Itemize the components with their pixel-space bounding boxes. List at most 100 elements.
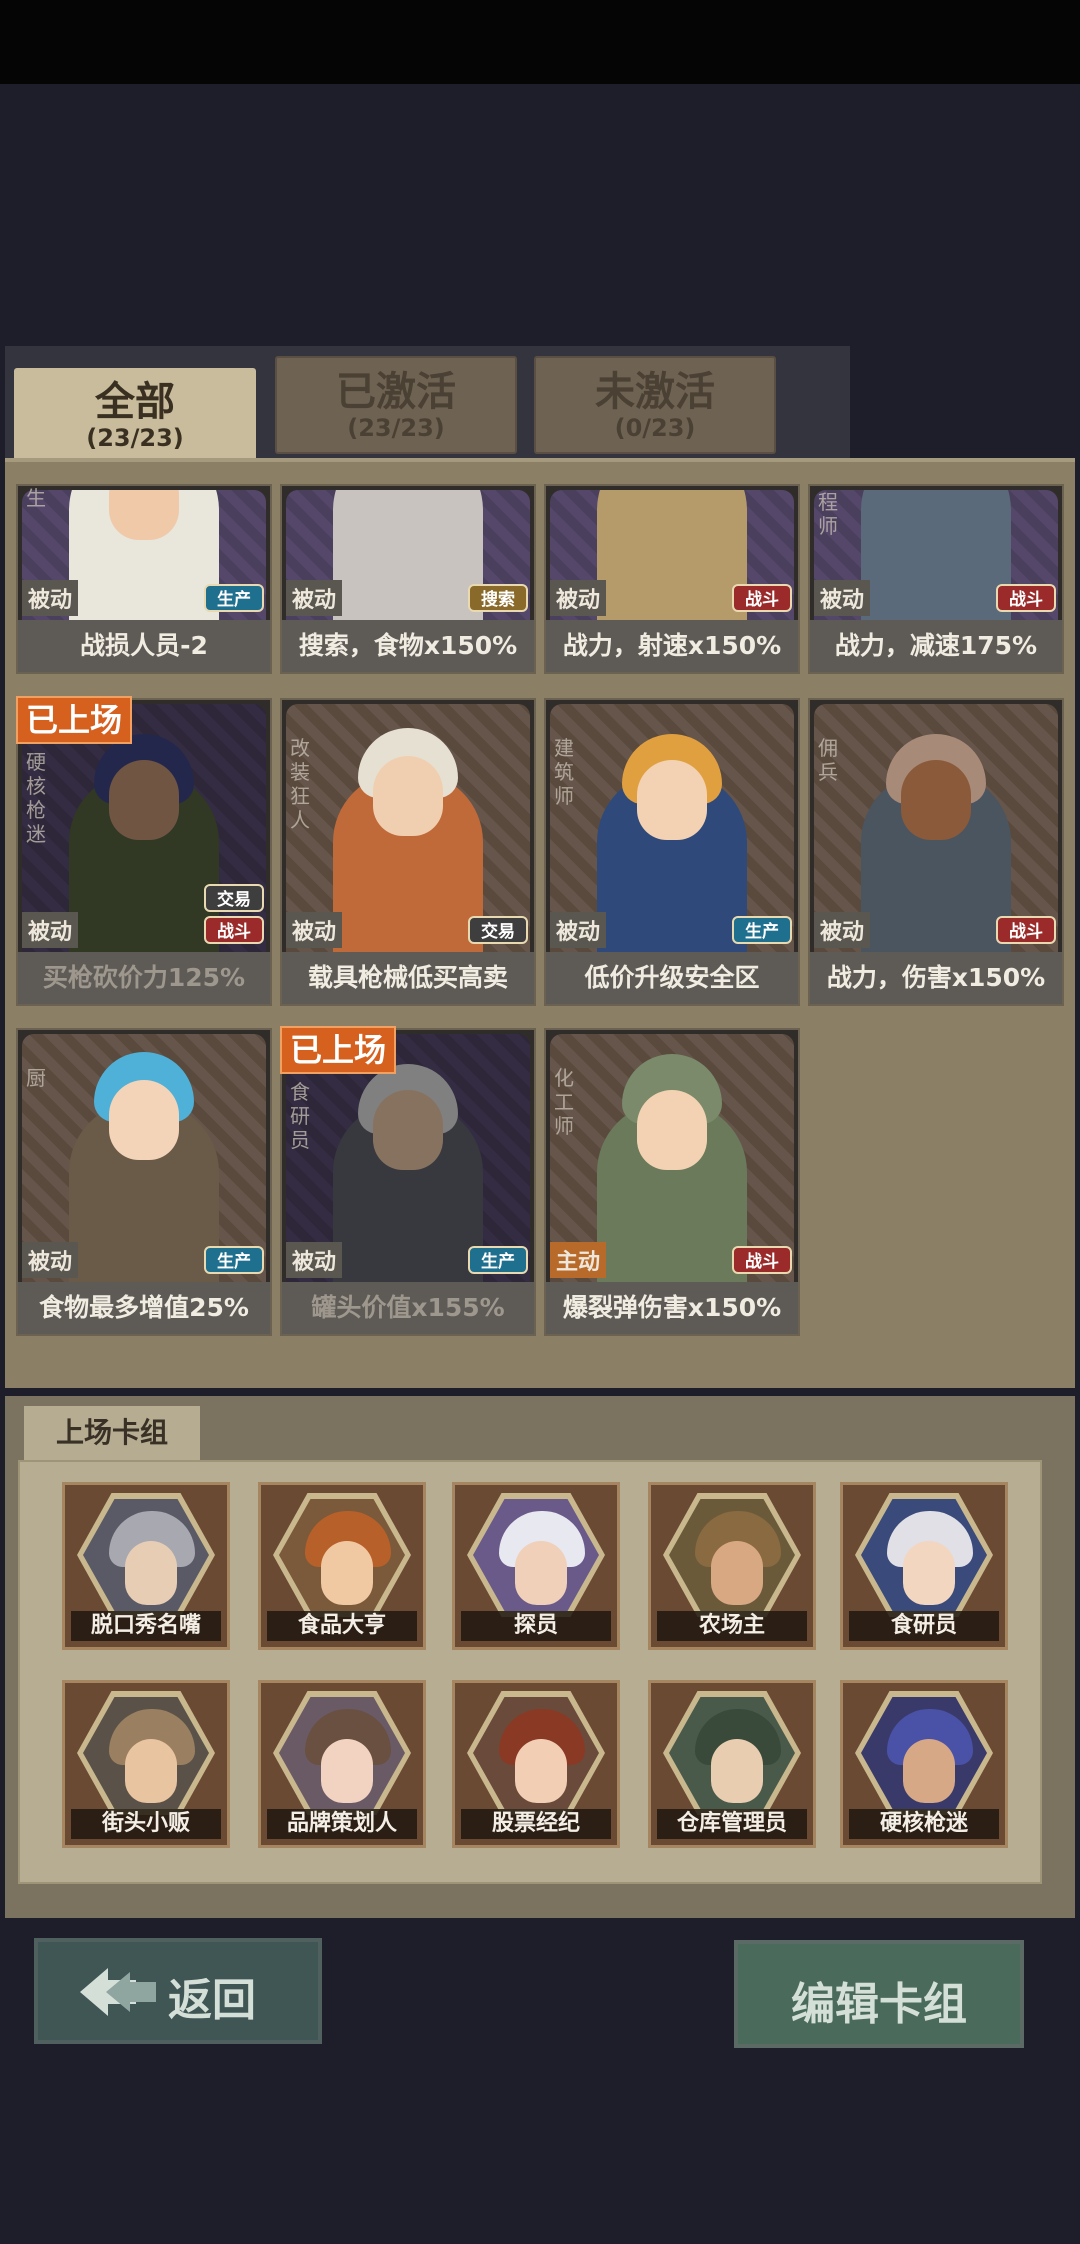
- portrait-frame: [77, 1691, 215, 1815]
- card-type: 被动: [22, 1242, 79, 1278]
- portrait-frame: [855, 1493, 993, 1617]
- card-2[interactable]: 被动 搜索 搜索，食物x150%: [280, 484, 536, 674]
- card-7[interactable]: 建筑师 被动 生产 低价升级安全区: [544, 698, 800, 1006]
- character-face: [637, 1090, 707, 1170]
- tab-all[interactable]: 全部 (23/23): [14, 368, 256, 468]
- card-effect: 买枪砍价力125%: [18, 952, 270, 1004]
- deck-member-name: 品牌策划人: [267, 1809, 417, 1839]
- character-figure: [597, 490, 747, 620]
- back-arrow-icon: [80, 1968, 156, 2016]
- badge-fight: 战斗: [996, 916, 1056, 944]
- portrait-frame: [855, 1691, 993, 1815]
- tab-inactive-count: (0/23): [614, 414, 696, 442]
- deck-member-name: 仓库管理员: [657, 1809, 807, 1839]
- deck-member-name: 探员: [461, 1611, 611, 1641]
- card-effect: 战力，伤害x150%: [810, 952, 1062, 1004]
- card-6[interactable]: 改装狂人 被动 交易 载具枪械低买高卖: [280, 698, 536, 1006]
- on-field-tag: 已上场: [280, 1026, 397, 1074]
- tab-activated[interactable]: 已激活 (23/23): [275, 356, 517, 454]
- deck-member[interactable]: 硬核枪迷: [840, 1680, 1008, 1848]
- deck-member[interactable]: 品牌策划人: [258, 1680, 426, 1848]
- card-effect: 战力，减速175%: [810, 620, 1062, 672]
- tab-inactive[interactable]: 未激活 (0/23): [534, 356, 776, 454]
- deck-member-name: 硬核枪迷: [849, 1809, 999, 1839]
- portrait-frame: [663, 1493, 801, 1617]
- card-role: 生: [26, 486, 46, 510]
- badge-production: 生产: [732, 916, 792, 944]
- badge-fight: 战斗: [996, 584, 1056, 612]
- card-9[interactable]: 厨 被动 生产 食物最多增值25%: [16, 1028, 272, 1336]
- deck-member[interactable]: 脱口秀名嘴: [62, 1482, 230, 1650]
- card-role: 硬核枪迷: [26, 750, 46, 846]
- card-1[interactable]: 生 被动 生产 战损人员-2: [16, 484, 272, 674]
- character-face: [109, 490, 179, 540]
- card-3[interactable]: 被动 战斗 战力，射速x150%: [544, 484, 800, 674]
- badge-production: 生产: [204, 584, 264, 612]
- deck-member[interactable]: 街头小贩: [62, 1680, 230, 1848]
- tab-all-label: 全部: [95, 379, 175, 425]
- card-role: 程师: [818, 490, 838, 538]
- deck-member[interactable]: 仓库管理员: [648, 1680, 816, 1848]
- deck-member[interactable]: 食品大亨: [258, 1482, 426, 1650]
- character-figure: [333, 490, 483, 620]
- card-grid: 生 被动 生产 战损人员-2 被动 搜索 搜索，食物x150% 被动 战斗 战力…: [5, 458, 1075, 1388]
- card-type: 被动: [550, 912, 607, 948]
- deck-member[interactable]: 探员: [452, 1482, 620, 1650]
- character-figure: [861, 490, 1011, 620]
- card-role: 佣兵: [818, 736, 838, 784]
- badge-fight: 战斗: [732, 584, 792, 612]
- deck-member[interactable]: 食研员: [840, 1482, 1008, 1650]
- card-role: 厨: [26, 1066, 46, 1090]
- character-face: [373, 756, 443, 836]
- card-8[interactable]: 佣兵 被动 战斗 战力，伤害x150%: [808, 698, 1064, 1006]
- card-type: 被动: [550, 580, 607, 616]
- card-type: 被动: [286, 912, 343, 948]
- status-bar: [0, 0, 1080, 84]
- deck-title: 上场卡组: [24, 1406, 200, 1460]
- card-effect: 战损人员-2: [18, 620, 270, 672]
- badge-trade: 交易: [468, 916, 528, 944]
- card-effect: 搜索，食物x150%: [282, 620, 534, 672]
- portrait-frame: [273, 1493, 411, 1617]
- deck-member[interactable]: 农场主: [648, 1482, 816, 1650]
- tab-inactive-label: 未激活: [595, 369, 715, 415]
- character-face: [109, 1080, 179, 1160]
- back-button[interactable]: 返回: [34, 1938, 322, 2044]
- portrait-frame: [273, 1691, 411, 1815]
- badge-production: 生产: [204, 1246, 264, 1274]
- edit-deck-button[interactable]: 编辑卡组: [734, 1940, 1024, 2048]
- badge-fight: 战斗: [204, 916, 264, 944]
- deck-member-name: 食研员: [849, 1611, 999, 1641]
- portrait-frame: [467, 1691, 605, 1815]
- edit-deck-button-label: 编辑卡组: [791, 1979, 967, 2030]
- on-field-tag: 已上场: [16, 696, 133, 744]
- character-face: [373, 1090, 443, 1170]
- card-type: 被动: [286, 1242, 343, 1278]
- card-role: 改装狂人: [290, 736, 310, 832]
- card-effect: 载具枪械低买高卖: [282, 952, 534, 1004]
- character-face: [901, 760, 971, 840]
- badge-trade: 交易: [204, 884, 264, 912]
- card-11[interactable]: 化工师 主动 战斗 爆裂弹伤害x150%: [544, 1028, 800, 1336]
- card-5[interactable]: 已上场 硬核枪迷 被动 交易 战斗 买枪砍价力125%: [16, 696, 272, 1006]
- tab-all-count: (23/23): [86, 424, 184, 452]
- deck-member-name: 食品大亨: [267, 1611, 417, 1641]
- deck-member-name: 股票经纪: [461, 1809, 611, 1839]
- card-type: 被动: [814, 912, 871, 948]
- card-type: 被动: [22, 912, 79, 948]
- portrait-frame: [467, 1493, 605, 1617]
- card-role: 化工师: [554, 1066, 574, 1138]
- card-effect: 爆裂弹伤害x150%: [546, 1282, 798, 1334]
- badge-search: 搜索: [468, 584, 528, 612]
- back-button-label: 返回: [168, 1975, 256, 2026]
- card-effect: 罐头价值x155%: [282, 1282, 534, 1334]
- portrait-frame: [663, 1691, 801, 1815]
- deck-member[interactable]: 股票经纪: [452, 1680, 620, 1848]
- deck-member-name: 农场主: [657, 1611, 807, 1641]
- card-role: 建筑师: [554, 736, 574, 808]
- badge-fight: 战斗: [732, 1246, 792, 1274]
- card-type: 被动: [286, 580, 343, 616]
- card-role: 食研员: [290, 1080, 310, 1152]
- card-10[interactable]: 已上场 食研员 被动 生产 罐头价值x155%: [280, 1026, 536, 1336]
- card-4[interactable]: 程师 被动 战斗 战力，减速175%: [808, 484, 1064, 674]
